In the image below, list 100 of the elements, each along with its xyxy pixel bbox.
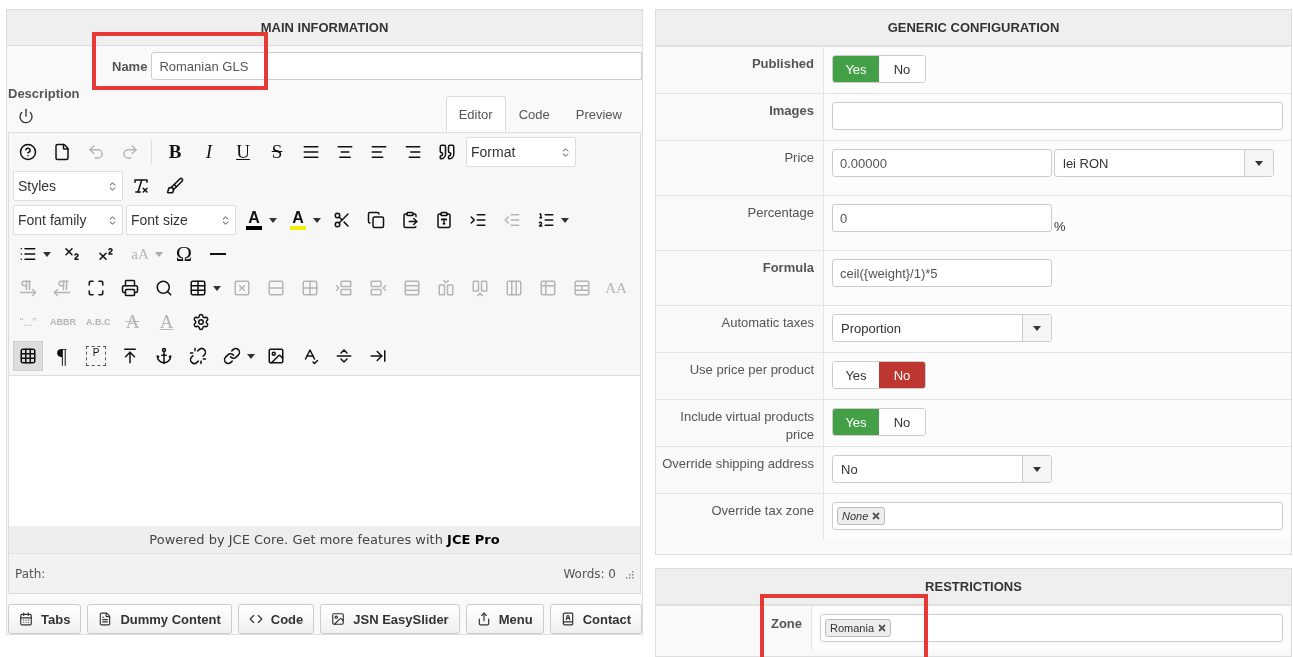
toolbar-select[interactable]: Font family [13,205,123,235]
caret-icon [43,251,51,257]
toolbar-select[interactable]: Format [466,137,576,167]
align-center-icon [336,143,354,161]
copy-icon [367,211,385,229]
indent-icon [469,211,487,229]
caret-icon [1255,160,1263,166]
toolbar-select[interactable]: Font size [126,205,236,235]
caret-icon [269,217,277,223]
price-field[interactable]: 0.00000 [832,149,1052,177]
toolbar-button[interactable]: U [228,137,258,167]
powered-by-note: Powered by JCE Core. Get more features with JCE Pro [9,526,640,553]
share-icon [476,612,491,626]
caret-icon [155,251,163,257]
resize-handle-icon[interactable] [624,568,634,579]
editor-extra-button[interactable]: Code [237,604,315,634]
grid-icon [19,347,37,365]
paste-icon [401,211,419,229]
up-down-icon [107,214,118,226]
justify-icon [302,143,320,161]
percent-sign: % [1054,218,1066,234]
row-delete-icon [403,279,421,297]
document-icon [53,143,71,161]
row-icon [267,279,285,297]
editor-tab[interactable]: Editor [445,96,506,132]
pilcrow-left-icon [53,279,71,297]
word-count: Words: 0 [563,566,616,581]
page-break-icon [335,347,353,365]
undo-icon [87,143,105,161]
up-down-icon [560,146,571,158]
field-label: Override tax zone [711,503,814,518]
editor-extra-button[interactable]: Tabs [8,604,82,634]
panel-title: GENERIC CONFIGURATION [656,10,1291,46]
column-after-icon [471,279,489,297]
tag-field[interactable]: Romania [820,614,1283,642]
split-cell-icon [573,279,591,297]
editor-tab[interactable]: Preview [562,96,635,132]
name-field[interactable]: Romanian GLS [151,52,642,80]
field-label: Zone [770,616,802,631]
insert-icon [121,347,139,365]
field-label: Use price per product [689,362,814,377]
table-icon [189,279,207,297]
field-label: Automatic taxes [721,315,814,330]
caret-icon [561,217,569,223]
superscript-icon [97,245,115,263]
caret-icon [1033,466,1041,472]
redo-icon [121,143,139,161]
text-field[interactable]: ceil({weight}/1)*5 [832,259,1052,287]
tag-field[interactable]: None [832,502,1283,530]
row-before-icon [335,279,353,297]
select-field[interactable]: No [832,455,1052,483]
paste-text-icon [435,211,453,229]
settings-icon [191,313,210,331]
align-right-icon [404,143,422,161]
percentage-field[interactable]: 0 [832,204,1052,232]
select-field[interactable]: Proportion [832,314,1052,342]
path-label: Path: [15,566,46,581]
power-icon[interactable] [18,108,34,124]
caret-icon [313,217,321,223]
tag: None [837,507,886,525]
field-label: Description [8,86,80,101]
field-label: Images [769,103,814,118]
editor-extra-button[interactable]: Contact [549,604,642,634]
unlink-icon [189,347,207,365]
editor-extra-button[interactable]: Dummy Content [87,604,232,634]
fullscreen-icon [87,279,105,297]
currency-select[interactable]: lei RON [1054,149,1274,177]
remove-icon[interactable] [872,512,881,520]
toggle-option[interactable]: No [879,362,925,388]
toolbar-button[interactable]: I [194,137,224,167]
toolbar-button[interactable]: ¶ [47,341,77,371]
scissors-icon [333,211,351,229]
remove-icon[interactable] [878,624,887,632]
align-left-icon [370,143,388,161]
toolbar-select[interactable]: Styles [13,171,123,201]
column-before-icon [437,279,455,297]
toolbar-button[interactable] [13,341,43,371]
cell-icon [301,279,319,297]
contact-icon [560,612,575,626]
color-button[interactable]: A [239,205,269,235]
numbered-list-icon [537,211,555,229]
panel-title: RESTRICTIONS [656,569,1291,605]
editor-extra-button[interactable]: Menu [465,604,544,634]
toolbar-button[interactable]: Ω [169,239,199,269]
row-after-icon [369,279,387,297]
text-field[interactable] [832,102,1283,130]
field-label: Published [751,56,814,71]
horizontal-rule-icon [210,253,226,255]
editor-extra-button[interactable]: JSN EasySlider [320,604,460,634]
toolbar-button[interactable]: S [262,137,292,167]
toolbar-button[interactable]: P [81,341,111,371]
help-icon [19,143,37,161]
calendar-icon [19,612,33,626]
table-delete-icon [539,279,557,297]
toolbar-button[interactable]: B [160,137,190,167]
color-button[interactable]: A [283,205,313,235]
field-label: Name [112,58,148,74]
editor-tab[interactable]: Code [505,96,563,132]
image-icon [267,347,285,365]
subscript-icon [63,245,81,263]
